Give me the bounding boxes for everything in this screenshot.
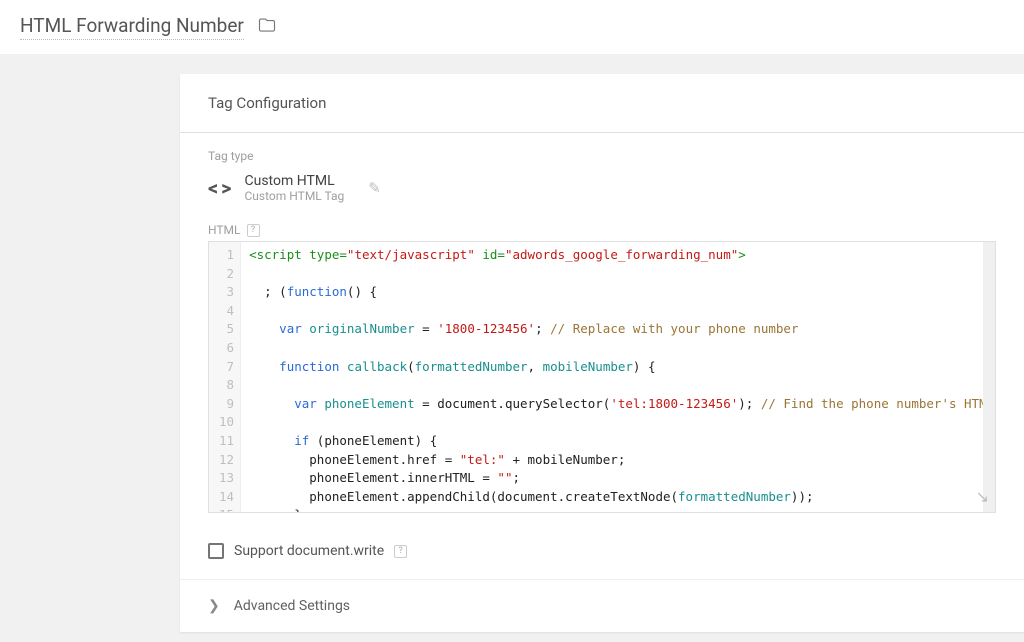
page-header: HTML Forwarding Number bbox=[0, 0, 1024, 54]
advanced-settings-toggle[interactable]: ❯ Advanced Settings bbox=[180, 580, 1024, 632]
chevron-right-icon: ❯ bbox=[208, 598, 220, 614]
resize-handle-icon[interactable]: ↘ bbox=[976, 487, 989, 506]
support-documentwrite-row: Support document.write ? bbox=[180, 523, 1024, 579]
help-icon[interactable]: ? bbox=[394, 545, 407, 558]
tag-type-title: Custom HTML bbox=[245, 173, 345, 189]
tag-type-label: Tag type bbox=[208, 149, 996, 163]
edit-pencil-icon[interactable]: ✎ bbox=[368, 179, 381, 197]
folder-icon[interactable] bbox=[258, 16, 276, 38]
support-documentwrite-checkbox[interactable] bbox=[208, 543, 224, 559]
tag-type-row: < > Custom HTML Custom HTML Tag ✎ bbox=[208, 173, 996, 203]
page-title: HTML Forwarding Number bbox=[20, 14, 244, 40]
tag-config-card: Tag Configuration Tag type < > Custom HT… bbox=[180, 74, 1024, 632]
tag-type-sub: Custom HTML Tag bbox=[245, 189, 345, 203]
card-title: Tag Configuration bbox=[180, 74, 1024, 133]
scrollbar[interactable] bbox=[983, 242, 995, 512]
help-icon[interactable]: ? bbox=[247, 224, 260, 237]
code-icon: < > bbox=[208, 176, 231, 200]
html-label: HTML bbox=[208, 223, 241, 237]
html-label-row: HTML ? bbox=[208, 223, 996, 237]
tag-type-text: Custom HTML Custom HTML Tag bbox=[245, 173, 345, 203]
card-body: Tag type < > Custom HTML Custom HTML Tag… bbox=[180, 133, 1024, 523]
advanced-settings-label: Advanced Settings bbox=[234, 598, 350, 614]
line-gutter: 123456789101112131415161718 bbox=[209, 242, 241, 512]
code-editor[interactable]: 123456789101112131415161718 <script type… bbox=[208, 241, 996, 513]
code-area[interactable]: <script type="text/javascript" id="adwor… bbox=[241, 242, 995, 512]
support-documentwrite-label: Support document.write bbox=[234, 543, 384, 559]
